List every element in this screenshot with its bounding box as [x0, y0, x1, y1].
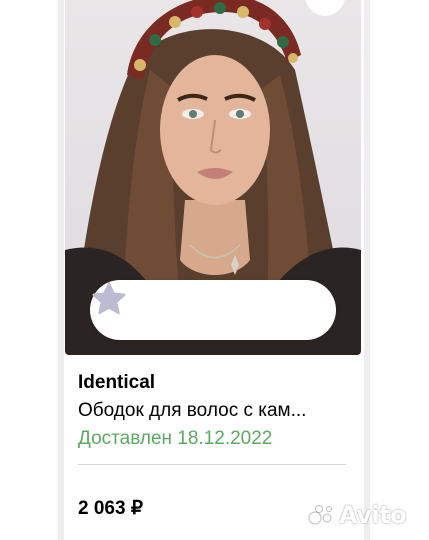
product-photo[interactable]	[65, 0, 361, 355]
product-brand: Identical	[78, 372, 156, 393]
star-icon[interactable]	[90, 280, 128, 318]
rating-stars[interactable]	[90, 280, 336, 340]
delivery-status: Доставлен 18.12.2022	[78, 428, 273, 449]
avito-logo-icon	[308, 505, 332, 525]
watermark-text: Avito	[339, 501, 407, 529]
product-title[interactable]: Ободок для волос с кам...	[78, 400, 353, 422]
left-frame-band	[58, 0, 64, 540]
product-card[interactable]: Identical Ободок для волос с кам... Дост…	[65, 0, 361, 540]
product-price: 2 063 ₽	[78, 498, 143, 519]
divider	[78, 464, 346, 465]
right-frame-band	[364, 0, 370, 540]
avito-watermark: Avito	[307, 500, 407, 530]
